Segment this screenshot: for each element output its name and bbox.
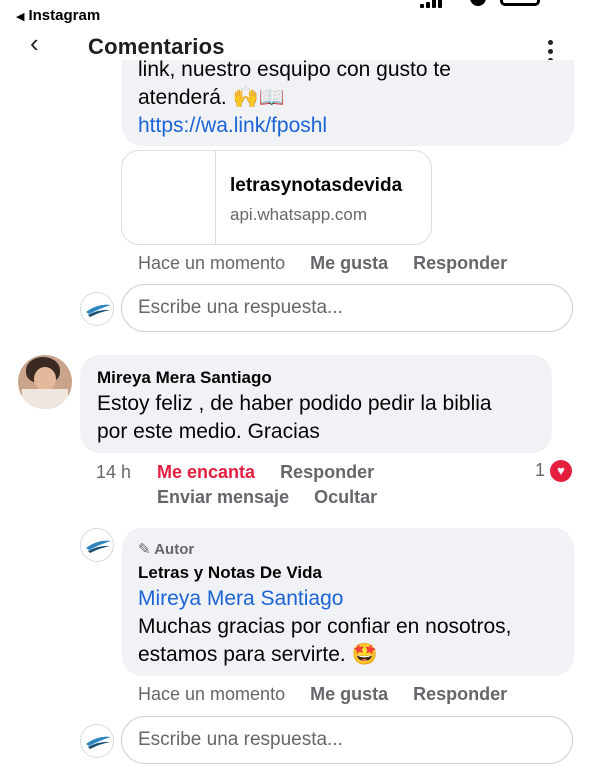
link-preview-thumbnail [122, 151, 216, 244]
reply-text-line: Muchas gracias por confiar en nosotros, [138, 615, 512, 638]
comment-bubble: Mireya Mera Santiago Estoy feliz , de ha… [80, 355, 552, 453]
brand-logo-icon [86, 736, 111, 749]
page-avatar [80, 292, 114, 326]
author-badge: ✎ Autor [138, 540, 194, 558]
reply-input[interactable]: Escribe una respuesta... [121, 284, 573, 332]
signal-icon [420, 0, 444, 8]
system-icons [420, 0, 550, 8]
reply-input[interactable]: Escribe una respuesta... [121, 716, 573, 764]
brand-logo-icon [86, 304, 111, 317]
reply-button[interactable]: Responder [413, 253, 507, 273]
heart-icon: ♥ [550, 460, 573, 483]
comment-timestamp: Hace un momento [138, 253, 286, 273]
comment-bubble: link, nuestro esquipo con gusto te atend… [122, 60, 574, 146]
page-title: Comentarios [88, 34, 225, 59]
more-options-icon[interactable] [548, 40, 554, 60]
send-message-button[interactable]: Enviar mensaje [157, 487, 289, 507]
comment-timestamp: 14 h [96, 462, 132, 482]
pencil-icon: ✎ [138, 541, 151, 558]
comments-list: link, nuestro esquipo con gusto te atend… [0, 60, 590, 776]
comment-text-line: atenderá. 🙌📖 [138, 86, 285, 109]
reply-bubble: ✎ Autor Letras y Notas De Vida Mireya Me… [122, 528, 574, 676]
back-app-label: Instagram [28, 7, 101, 24]
comment-text-line: Estoy feliz , de haber podido pedir la b… [97, 392, 492, 415]
love-reaction-button[interactable]: Me encanta [157, 462, 255, 482]
reply-timestamp: Hace un momento [138, 684, 286, 704]
reply-text-line: estamos para servirte. 🤩 [138, 643, 378, 666]
page-avatar [80, 724, 114, 758]
comment-actions: Hace un momento Me gusta Responder [138, 253, 507, 274]
back-to-app-link[interactable]: ◀ Instagram [16, 7, 100, 24]
brand-logo-icon [86, 540, 111, 553]
comment-link[interactable]: https://wa.link/fposhl [138, 112, 327, 140]
reply-button[interactable]: Responder [280, 462, 374, 482]
mention-link[interactable]: Mireya Mera Santiago [138, 585, 343, 613]
comment-actions: Me encanta Responder [157, 462, 374, 483]
link-preview-domain: api.whatsapp.com [230, 205, 368, 224]
reply-actions: Hace un momento Me gusta Responder [138, 684, 507, 705]
link-preview-card[interactable]: letrasynotasdevida api.whatsapp.com [121, 150, 432, 245]
reply-button[interactable]: Responder [413, 684, 507, 704]
comment-secondary-actions: Enviar mensaje Ocultar [157, 487, 377, 508]
reply-author[interactable]: Letras y Notas De Vida [138, 563, 322, 583]
author-badge-label: Autor [154, 541, 195, 558]
back-chevron-icon[interactable]: ‹ [30, 28, 39, 59]
comment-author[interactable]: Mireya Mera Santiago [97, 368, 272, 388]
comments-header: ‹ Comentarios [0, 26, 590, 60]
wifi-icon [470, 0, 486, 6]
reaction-count: 1 [535, 460, 546, 480]
comment-text-line: por este medio. Gracias [97, 420, 320, 443]
user-avatar[interactable] [18, 355, 72, 409]
page-avatar [80, 528, 114, 562]
like-button[interactable]: Me gusta [310, 253, 388, 273]
reaction-summary[interactable]: 1 ♥ [535, 460, 573, 483]
hide-button[interactable]: Ocultar [314, 487, 377, 507]
battery-icon [500, 0, 540, 6]
back-triangle-icon: ◀ [16, 11, 25, 23]
comment-text-line: link, nuestro esquipo con gusto te [138, 60, 451, 81]
link-preview-title: letrasynotasdevida [230, 175, 403, 196]
like-button[interactable]: Me gusta [310, 684, 388, 704]
